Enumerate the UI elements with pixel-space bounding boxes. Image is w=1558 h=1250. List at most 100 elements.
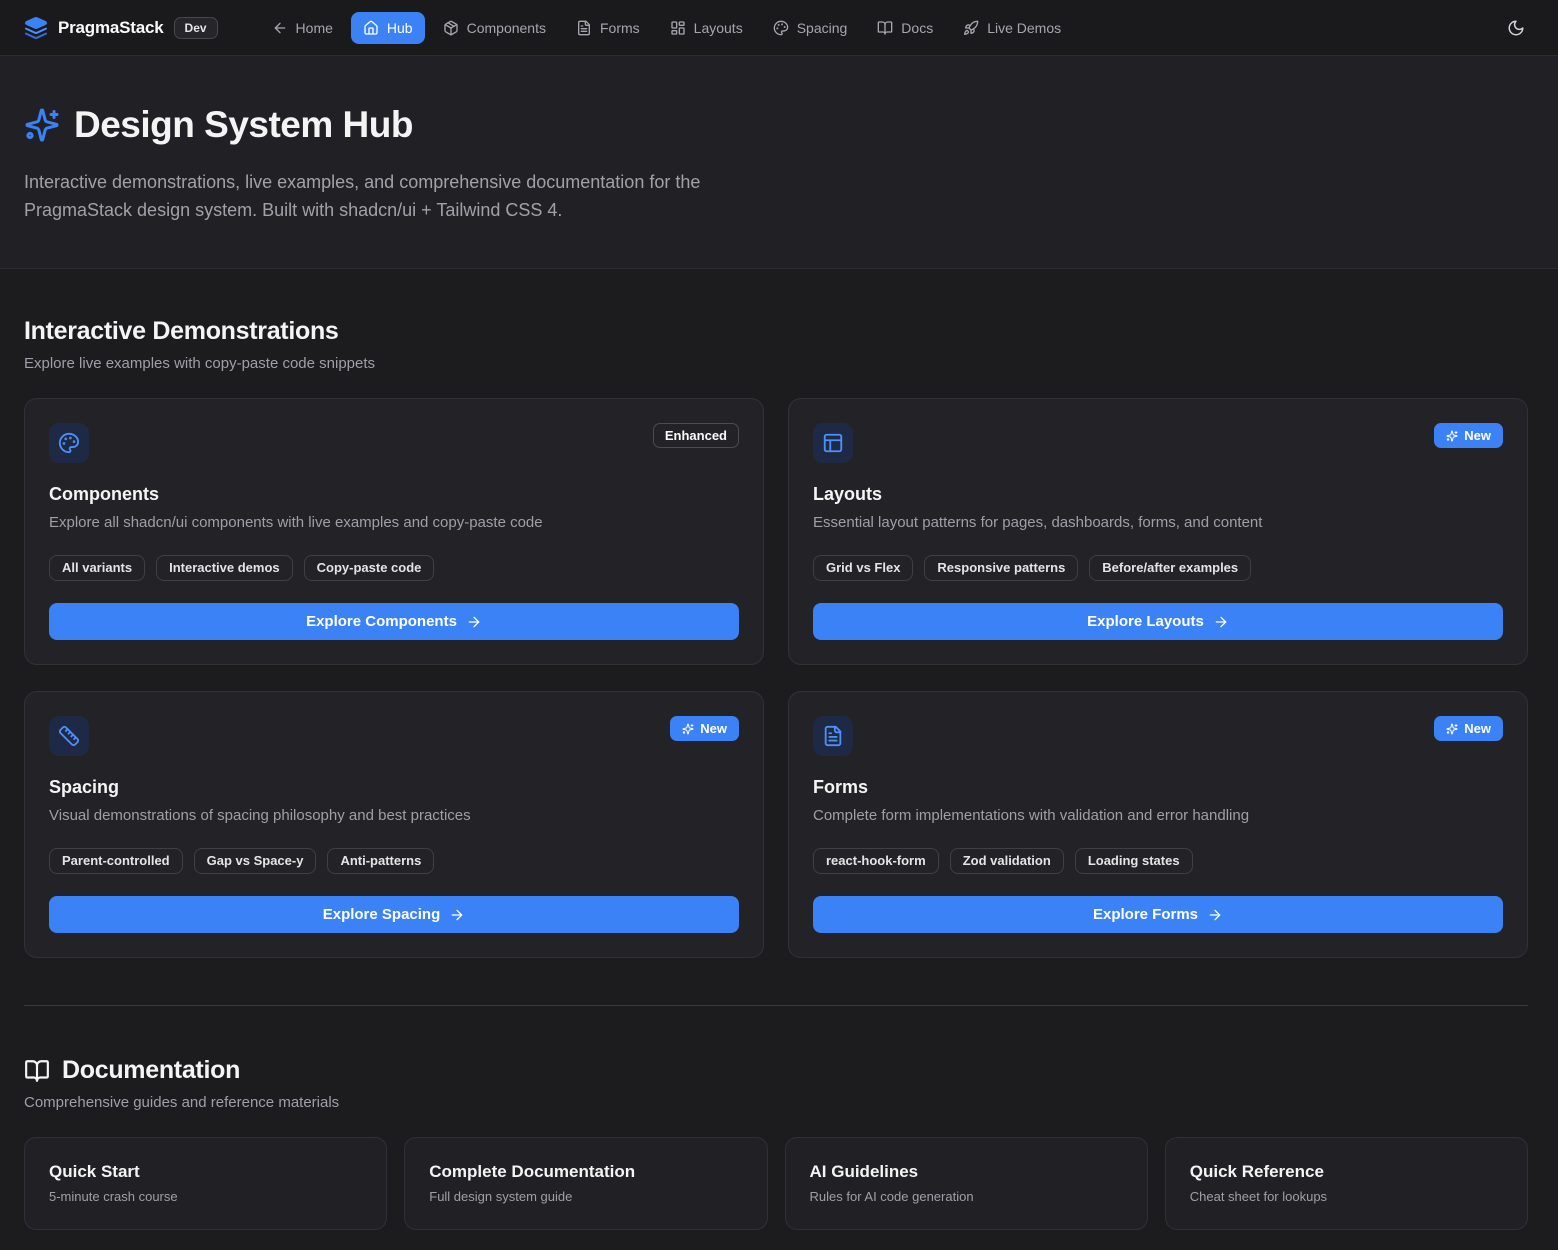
status-badge: Enhanced bbox=[653, 423, 739, 448]
docs-section-heading: Documentation bbox=[62, 1056, 240, 1085]
palette-icon bbox=[49, 423, 89, 463]
explore-spacing-button[interactable]: Explore Spacing bbox=[49, 896, 739, 933]
top-nav: PragmaStack Dev Home Hub Components Form… bbox=[0, 0, 1558, 56]
sparkles-icon bbox=[1446, 723, 1458, 735]
book-open-icon bbox=[877, 20, 893, 36]
tag: Parent-controlled bbox=[49, 848, 183, 874]
nav-item-components[interactable]: Components bbox=[431, 12, 558, 44]
doc-card-quick-start[interactable]: Quick Start 5-minute crash course bbox=[24, 1137, 387, 1230]
nav-item-label: Home bbox=[296, 20, 333, 36]
main-content: Interactive Demonstrations Explore live … bbox=[0, 269, 1558, 1250]
tag: All variants bbox=[49, 555, 145, 581]
brand: PragmaStack Dev bbox=[24, 16, 218, 40]
nav-item-home[interactable]: Home bbox=[260, 12, 345, 44]
layers-icon bbox=[24, 16, 48, 40]
rocket-icon bbox=[963, 20, 979, 36]
card-title: Forms bbox=[813, 777, 1503, 798]
page-title: Design System Hub bbox=[74, 104, 413, 146]
nav-item-label: Layouts bbox=[694, 20, 743, 36]
docs-section-subheading: Comprehensive guides and reference mater… bbox=[24, 1094, 1528, 1111]
new-badge: New bbox=[1434, 716, 1503, 741]
doc-card-title: AI Guidelines bbox=[810, 1162, 1123, 1182]
button-label: Explore Spacing bbox=[323, 906, 441, 923]
explore-layouts-button[interactable]: Explore Layouts bbox=[813, 603, 1503, 640]
card-title: Layouts bbox=[813, 484, 1503, 505]
doc-card-complete-documentation[interactable]: Complete Documentation Full design syste… bbox=[404, 1137, 767, 1230]
nav-item-label: Spacing bbox=[797, 20, 848, 36]
demos-section-subheading: Explore live examples with copy-paste co… bbox=[24, 355, 1528, 372]
tag-row: Parent-controlled Gap vs Space-y Anti-pa… bbox=[49, 848, 739, 874]
arrow-right-icon bbox=[1207, 907, 1223, 923]
demo-card-components: Enhanced Components Explore all shadcn/u… bbox=[24, 398, 764, 665]
demo-card-spacing: New Spacing Visual demonstrations of spa… bbox=[24, 691, 764, 958]
explore-components-button[interactable]: Explore Components bbox=[49, 603, 739, 640]
arrow-right-icon bbox=[466, 614, 482, 630]
hero-section: Design System Hub Interactive demonstrat… bbox=[0, 56, 1558, 269]
card-title: Spacing bbox=[49, 777, 739, 798]
button-label: Explore Components bbox=[306, 613, 457, 630]
ruler-icon bbox=[49, 716, 89, 756]
nav-item-live-demos[interactable]: Live Demos bbox=[951, 12, 1073, 44]
arrow-right-icon bbox=[1213, 614, 1229, 630]
dev-badge: Dev bbox=[174, 17, 218, 39]
arrow-right-icon bbox=[449, 907, 465, 923]
doc-card-title: Complete Documentation bbox=[429, 1162, 742, 1182]
button-label: Explore Layouts bbox=[1087, 613, 1204, 630]
nav-items: Home Hub Components Forms Layouts Spacin… bbox=[260, 12, 1074, 44]
panels-top-left-icon bbox=[813, 423, 853, 463]
doc-card-quick-reference[interactable]: Quick Reference Cheat sheet for lookups bbox=[1165, 1137, 1528, 1230]
doc-card-grid: Quick Start 5-minute crash course Comple… bbox=[24, 1137, 1528, 1230]
doc-card-title: Quick Reference bbox=[1190, 1162, 1503, 1182]
card-description: Complete form implementations with valid… bbox=[813, 805, 1503, 826]
doc-card-ai-guidelines[interactable]: AI Guidelines Rules for AI code generati… bbox=[785, 1137, 1148, 1230]
nav-item-label: Components bbox=[467, 20, 546, 36]
explore-forms-button[interactable]: Explore Forms bbox=[813, 896, 1503, 933]
nav-right bbox=[1498, 10, 1534, 46]
new-badge: New bbox=[1434, 423, 1503, 448]
file-text-icon bbox=[813, 716, 853, 756]
palette-icon bbox=[773, 20, 789, 36]
sparkles-icon bbox=[682, 723, 694, 735]
tag-row: All variants Interactive demos Copy-past… bbox=[49, 555, 739, 581]
theme-toggle-button[interactable] bbox=[1498, 10, 1534, 46]
nav-item-label: Docs bbox=[901, 20, 933, 36]
card-title: Components bbox=[49, 484, 739, 505]
tag: Anti-patterns bbox=[327, 848, 434, 874]
nav-item-spacing[interactable]: Spacing bbox=[761, 12, 860, 44]
doc-card-title: Quick Start bbox=[49, 1162, 362, 1182]
new-badge: New bbox=[670, 716, 739, 741]
demo-card-forms: New Forms Complete form implementations … bbox=[788, 691, 1528, 958]
doc-card-description: Rules for AI code generation bbox=[810, 1189, 1123, 1204]
tag: Copy-paste code bbox=[304, 555, 435, 581]
card-description: Visual demonstrations of spacing philoso… bbox=[49, 805, 739, 826]
section-divider bbox=[24, 1005, 1528, 1006]
tag-row: react-hook-form Zod validation Loading s… bbox=[813, 848, 1503, 874]
nav-item-forms[interactable]: Forms bbox=[564, 12, 652, 44]
tag: Grid vs Flex bbox=[813, 555, 913, 581]
nav-item-layouts[interactable]: Layouts bbox=[658, 12, 755, 44]
tag: Responsive patterns bbox=[924, 555, 1078, 581]
tag: Loading states bbox=[1075, 848, 1193, 874]
nav-item-docs[interactable]: Docs bbox=[865, 12, 945, 44]
sparkles-icon bbox=[1446, 430, 1458, 442]
moon-icon bbox=[1507, 19, 1525, 37]
tag-row: Grid vs Flex Responsive patterns Before/… bbox=[813, 555, 1503, 581]
button-label: Explore Forms bbox=[1093, 906, 1198, 923]
sparkles-icon bbox=[24, 107, 60, 143]
demo-card-layouts: New Layouts Essential layout patterns fo… bbox=[788, 398, 1528, 665]
nav-item-hub[interactable]: Hub bbox=[351, 12, 425, 44]
nav-item-label: Forms bbox=[600, 20, 640, 36]
nav-item-label: Live Demos bbox=[987, 20, 1061, 36]
doc-card-description: Cheat sheet for lookups bbox=[1190, 1189, 1503, 1204]
doc-card-description: Full design system guide bbox=[429, 1189, 742, 1204]
brand-name: PragmaStack bbox=[58, 18, 164, 38]
page-description: Interactive demonstrations, live example… bbox=[24, 168, 764, 224]
house-icon bbox=[363, 20, 379, 36]
tag: Gap vs Space-y bbox=[194, 848, 317, 874]
layout-dashboard-icon bbox=[670, 20, 686, 36]
nav-item-label: Hub bbox=[387, 20, 413, 36]
card-description: Explore all shadcn/ui components with li… bbox=[49, 512, 739, 533]
tag: Interactive demos bbox=[156, 555, 293, 581]
tag: Before/after examples bbox=[1089, 555, 1251, 581]
demos-section-heading: Interactive Demonstrations bbox=[24, 269, 1528, 346]
